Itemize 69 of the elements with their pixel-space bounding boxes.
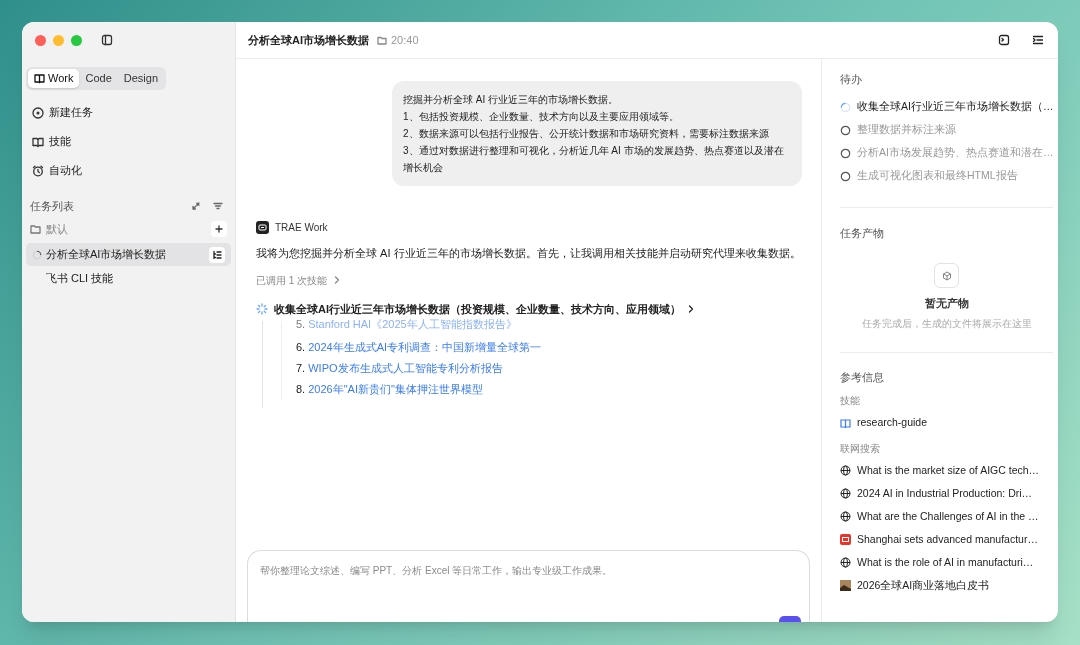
result-link[interactable]: 7. WIPO发布生成式人工智能专利分析报告	[296, 358, 801, 379]
skill-calls-link[interactable]: 已调用 1 次技能	[256, 272, 342, 288]
search-result-link[interactable]: 2024 AI in Industrial Production: Dri…	[840, 482, 1054, 506]
spinner-icon	[256, 302, 268, 315]
assistant-name: TRAE Work	[275, 221, 328, 235]
chat-icon	[32, 106, 44, 119]
folder-icon	[377, 35, 387, 45]
result-link[interactable]: 8. 2026年"AI新贵们"集体押注世界模型	[296, 379, 801, 400]
collapse-icon	[191, 201, 201, 211]
book-icon	[32, 135, 44, 148]
task-item[interactable]: 飞书 CLI 技能	[26, 267, 231, 290]
globe-icon	[840, 557, 851, 569]
window-control-button[interactable]	[35, 34, 46, 46]
nav-item[interactable]: 技能	[26, 127, 231, 156]
list-tree-icon	[212, 249, 222, 260]
search-result-link[interactable]: What are the Challenges of AI in the …	[840, 505, 1054, 529]
empty-text: 任务完成后，生成的文件将展示在这里	[861, 316, 1032, 331]
search-result-link[interactable]: What is the market size of AIGC tech…	[840, 459, 1054, 483]
panel-icon	[1032, 34, 1044, 46]
chevron-right-icon	[687, 303, 695, 314]
task-title: 分析全球AI市场增长数据	[248, 32, 369, 48]
terminal-icon	[998, 34, 1010, 46]
news-icon	[840, 534, 851, 546]
result-link[interactable]: 6. 2024年生成式AI专利调查：中国新增量全球第一	[296, 337, 801, 358]
todo-item: 整理数据并标注来源	[840, 118, 1054, 142]
message-input[interactable]: 帮你整理论文综述、编写 PPT、分析 Excel 等日常工作，输出专业级工作成果。	[247, 550, 810, 622]
plus-icon	[215, 225, 223, 233]
globe-icon	[840, 511, 851, 523]
document-thumbnail-icon	[840, 580, 851, 592]
book-icon	[840, 417, 851, 429]
chevron-right-icon	[333, 275, 342, 285]
user-message: 挖掘并分析全球 AI 行业近三年的市场增长数据。 1、包括投资规模、企业数量、技术方向以及主要应用领域等。 2、数据来源可以包括行业报告、公开统计数据和市场研究资料，需要标注数据来源 3、通过对数据进行整理和可视化，分析近几年 AI 市场的发展趋势、热点赛道以及潜在增长机会	[392, 81, 802, 186]
globe-icon	[840, 465, 851, 477]
skill-link[interactable]: research-guide	[840, 415, 928, 432]
todo-item: 生成可视化图表和最终HTML报告	[840, 164, 1054, 188]
folder-icon	[30, 224, 41, 234]
mode-tab[interactable]: Work	[28, 69, 80, 88]
alarm-icon	[32, 164, 44, 177]
subsection-label: 联网搜索	[840, 442, 881, 457]
bot-logo-icon	[256, 221, 269, 234]
subsection-label: 技能	[840, 394, 861, 409]
task-item[interactable]: 分析全球AI市场增长数据	[26, 243, 231, 266]
nav-item[interactable]: 新建任务	[26, 98, 231, 127]
task-time: 20:40	[391, 32, 419, 48]
globe-icon	[840, 488, 851, 500]
search-result-link[interactable]: 2026全球AI商业落地白皮书	[840, 574, 1054, 598]
sidebar-toggle-icon	[101, 34, 113, 46]
section-title: 参考信息	[840, 369, 885, 385]
search-result-link[interactable]: What is the role of AI in manufacturi…	[840, 551, 1054, 575]
book-icon	[34, 73, 45, 84]
spinner-icon	[32, 249, 42, 260]
todo-item: 分析AI市场发展趋势、热点赛道和潜在…	[840, 141, 1054, 165]
filter-icon	[213, 201, 223, 211]
empty-title: 暂无产物	[924, 296, 969, 311]
search-result-link[interactable]: Shanghai sets advanced manufactur…	[840, 528, 1054, 552]
nav-item[interactable]: 自动化	[26, 156, 231, 185]
outline-button[interactable]	[209, 246, 225, 263]
cube-icon	[941, 270, 952, 281]
section-title: 任务列表	[30, 198, 75, 214]
result-link[interactable]: 5. Stanford HAI《2025年人工智能指数报告》	[296, 319, 801, 331]
mode-tab[interactable]: Code	[79, 69, 118, 88]
assistant-message: 我将为您挖掘并分析全球 AI 行业近三年的市场增长数据。首先，让我调用相关技能并启动研究代理来收集数据。	[256, 246, 801, 261]
section-title: 任务产物	[840, 225, 885, 241]
group-label: 默认	[46, 221, 69, 237]
mode-tab[interactable]: Design	[117, 69, 164, 88]
todo-item: 收集全球AI行业近三年市场增长数据（…	[840, 95, 1054, 119]
step-header[interactable]: 收集全球AI行业近三年市场增长数据（投资规模、企业数量、技术方向、应用领域）	[256, 300, 695, 317]
section-title: 待办	[840, 72, 863, 87]
add-button[interactable]	[211, 221, 227, 237]
